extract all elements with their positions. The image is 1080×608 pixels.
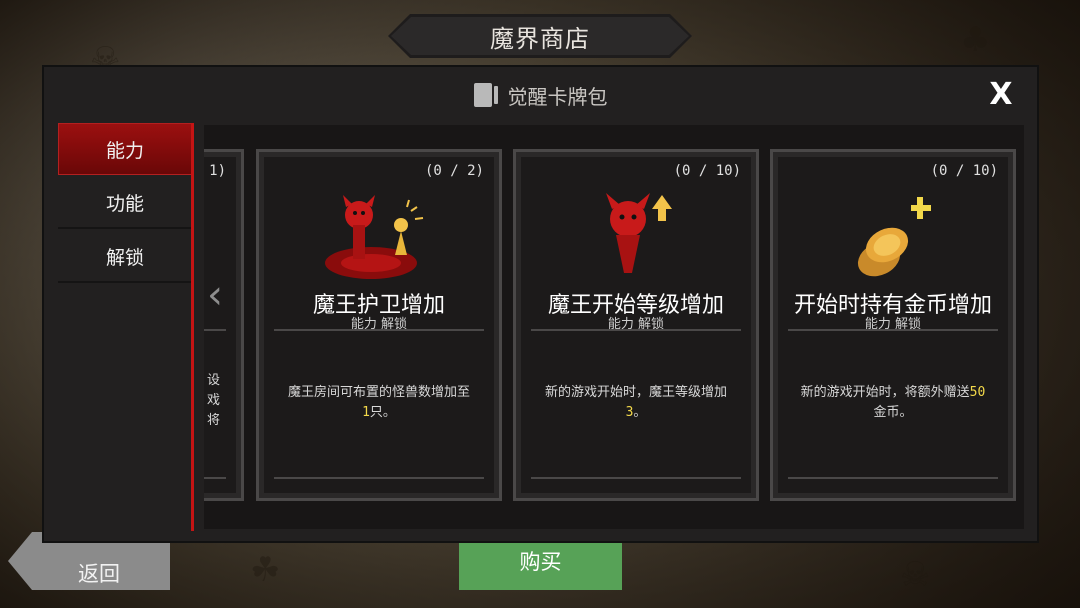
card-demon-level[interactable]: (0 / 10) 魔王开始等级增加 能力 解锁 新的游戏开始时，魔王等级增加 3… <box>513 149 759 501</box>
card-desc-box: 魔王房间可布置的怪兽数增加至 1只。 <box>274 329 484 479</box>
map-doodle: ☘ <box>250 550 281 590</box>
card-carousel: / 1) 设 戏 将 ‹ (0 / 2) <box>204 125 1024 529</box>
card-pack-modal: 觉醒卡牌包 X 能力 功能 解锁 / 1) 设 戏 将 <box>42 65 1039 543</box>
card-desc-text: 魔王房间可布置的怪兽数增加至 <box>287 385 470 400</box>
card-desc-line: 戏 <box>206 393 220 408</box>
modal-title: 觉醒卡牌包 <box>507 84 608 109</box>
sidebar-divider <box>191 123 194 531</box>
card-desc-suffix: 。 <box>633 405 647 420</box>
card-desc-box: 新的游戏开始时，将额外赠送50 金币。 <box>788 329 998 479</box>
category-sidebar: 能力 功能 解锁 <box>58 123 192 531</box>
close-button[interactable]: X <box>985 79 1017 111</box>
card-count: (0 / 10) <box>673 163 741 179</box>
sidebar-item-label: 解锁 <box>105 246 144 269</box>
card-desc: 新的游戏开始时，魔王等级增加 3。 <box>537 383 735 423</box>
card-count: (0 / 2) <box>424 163 484 179</box>
gold-coin-plus-icon <box>857 197 931 277</box>
map-doodle: ♣ <box>960 20 991 60</box>
card-desc-line: 将 <box>206 413 220 428</box>
card-desc: 魔王房间可布置的怪兽数增加至 1只。 <box>280 383 478 423</box>
sidebar-item-label: 功能 <box>105 192 144 215</box>
buy-button[interactable]: 购买 <box>459 536 622 590</box>
card-starting-gold[interactable]: (0 / 10) 开始时持有金币增加 能力 解锁 新的游戏开始时，将额外赠送50… <box>770 149 1016 501</box>
buy-button-label: 购买 <box>519 550 562 574</box>
prev-arrow-icon[interactable]: ‹ <box>207 272 223 318</box>
card-demon-guard[interactable]: (0 / 2) 魔王护卫增加 能力 解锁 魔王房间可布置的怪兽数增加至 1只。 <box>256 149 502 501</box>
card-desc-value: 50 <box>969 385 986 400</box>
shop-title: 魔界商店 <box>490 24 590 53</box>
shop-title-banner: 魔界商店 <box>388 14 692 58</box>
sidebar-item-unlock[interactable]: 解锁 <box>58 231 192 283</box>
card-desc-box: 新的游戏开始时，魔王等级增加 3。 <box>531 329 741 479</box>
card-desc-suffix: 金币。 <box>873 405 913 420</box>
card-count: (0 / 10) <box>930 163 998 179</box>
card-desc-value: 1 <box>362 405 370 420</box>
card-count: / 1) <box>204 163 226 179</box>
card-desc-suffix: 只。 <box>369 405 396 420</box>
map-doodle: ☠ <box>900 555 931 595</box>
sidebar-item-label: 能力 <box>105 139 144 162</box>
card-desc-text: 新的游戏开始时，将额外赠送 <box>800 385 970 400</box>
card-pack-icon <box>473 83 498 107</box>
card-desc-box: 设 戏 将 <box>204 329 226 479</box>
card-partial[interactable]: / 1) 设 戏 将 ‹ <box>204 149 244 501</box>
modal-header: 觉醒卡牌包 <box>44 67 1037 123</box>
card-desc-line: 设 <box>206 373 220 388</box>
sidebar-item-function[interactable]: 功能 <box>58 177 192 229</box>
sidebar-item-ability[interactable]: 能力 <box>58 123 192 175</box>
card-desc-text: 新的游戏开始时，魔王等级增加 <box>544 385 727 400</box>
demon-guard-icon <box>325 195 424 279</box>
demon-levelup-icon <box>606 193 672 273</box>
card-desc: 新的游戏开始时，将额外赠送50 金币。 <box>794 383 992 423</box>
